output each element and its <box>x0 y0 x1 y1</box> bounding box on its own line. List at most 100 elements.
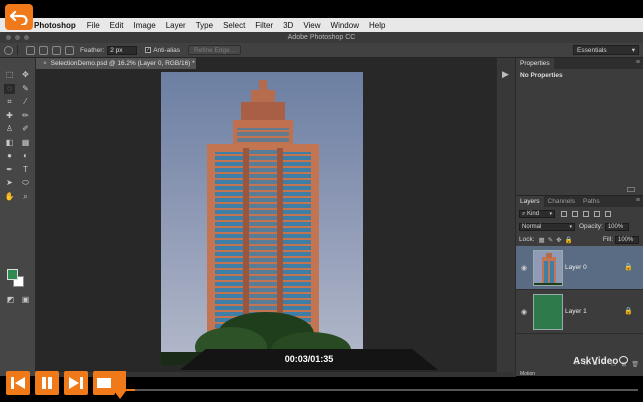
skip-forward-button[interactable] <box>64 371 88 395</box>
blend-mode-value: Normal <box>522 223 542 230</box>
lock-label: Lock: <box>519 236 535 243</box>
feather-input[interactable]: 2 px <box>107 45 138 55</box>
zoom-icon[interactable]: ⌕ <box>20 192 31 202</box>
menu-layer[interactable]: Layer <box>166 21 186 30</box>
building-photo <box>161 72 363 365</box>
marquee-icon[interactable]: ⬚ <box>4 70 15 80</box>
lock-icons[interactable]: ▦✎✥🔒 <box>539 236 576 244</box>
options-bar: Feather: 2 px ✓ Anti-alias Refine Edge..… <box>0 43 643 58</box>
quick-select-icon[interactable]: ✎ <box>20 84 31 94</box>
app-menu[interactable]: Photoshop <box>34 21 76 30</box>
window-title: Adobe Photoshop CC <box>287 34 356 41</box>
pause-icon <box>42 377 52 389</box>
layer-thumbnail <box>533 294 563 330</box>
chevron-down-icon: ▾ <box>631 47 635 54</box>
close-tab-icon[interactable]: × <box>43 60 47 67</box>
layer-row-layer-1[interactable]: ◉ Layer 1 🔒 <box>516 290 643 334</box>
add-selection-icon[interactable] <box>39 45 48 55</box>
menu-file[interactable]: File <box>87 21 100 30</box>
antialias-checkbox[interactable]: ✓ Anti-alias <box>145 47 180 54</box>
canvas[interactable] <box>36 69 496 376</box>
menu-edit[interactable]: Edit <box>110 21 124 30</box>
blur-icon[interactable]: ● <box>4 151 15 161</box>
document-area: × SelectionDemo.psd @ 16.2% (Layer 0, RGB… <box>36 58 496 376</box>
clone-stamp-icon[interactable]: ♙ <box>4 124 15 134</box>
refine-edge-button[interactable]: Refine Edge... <box>187 45 242 55</box>
history-brush-icon[interactable]: ✐ <box>20 124 31 134</box>
layer-row-layer-0[interactable]: ◉ Layer 0 🔒 <box>516 246 643 290</box>
panel-menu-icon[interactable]: ≡ <box>636 197 640 204</box>
lasso-preset-icon[interactable] <box>4 45 13 55</box>
adjustment-filter-icon[interactable] <box>572 210 578 217</box>
tab-channels[interactable]: Channels <box>544 196 579 207</box>
blend-row: Normal ▾ Opacity: 100% <box>516 220 643 233</box>
tab-paths[interactable]: Paths <box>579 196 604 207</box>
dodge-icon[interactable]: ◐ <box>20 151 31 161</box>
expand-panels-icon[interactable]: ▶ <box>502 69 509 80</box>
brush-icon[interactable]: ✏ <box>20 111 31 121</box>
fill-input[interactable]: 100% <box>615 235 639 244</box>
collapsed-panel-dock: ▶ <box>496 58 516 376</box>
progress-track[interactable] <box>118 389 638 391</box>
type-filter-icon[interactable] <box>583 210 589 217</box>
scrubber-handle[interactable] <box>112 371 128 401</box>
delete-layer-icon[interactable]: 🗑 <box>631 361 639 370</box>
lasso-icon[interactable]: ◌ <box>4 83 15 94</box>
lock-icon: 🔒 <box>624 308 633 315</box>
opacity-input[interactable]: 100% <box>604 222 629 231</box>
shape-icon[interactable]: ⬭ <box>20 178 31 188</box>
document-tab-title: SelectionDemo.psd @ 16.2% (Layer 0, RGB/… <box>50 60 195 67</box>
hand-icon[interactable]: ✋ <box>4 192 15 202</box>
window-controls[interactable] <box>6 35 29 40</box>
workspace-select[interactable]: Essentials ▾ <box>573 45 639 55</box>
visibility-eye-icon[interactable]: ◉ <box>521 264 527 272</box>
eraser-icon[interactable]: ◧ <box>4 138 15 148</box>
skip-back-button[interactable] <box>6 371 30 395</box>
lock-row: Lock: ▦✎✥🔒 Fill: 100% <box>516 233 643 246</box>
skip-back-icon <box>11 377 25 389</box>
tab-properties[interactable]: Properties <box>516 58 554 69</box>
menu-select[interactable]: Select <box>223 21 245 30</box>
intersect-selection-icon[interactable] <box>65 45 74 55</box>
brand-text: AskVideo <box>573 356 619 367</box>
panel-menu-icon[interactable]: ≡ <box>636 59 640 66</box>
menu-filter[interactable]: Filter <box>255 21 273 30</box>
layer-name: Layer 1 <box>565 308 587 315</box>
document-tab[interactable]: × SelectionDemo.psd @ 16.2% (Layer 0, RGB… <box>36 58 196 69</box>
building-image <box>161 72 363 365</box>
chevron-down-icon: ▾ <box>549 210 552 217</box>
crop-icon[interactable]: ⌗ <box>4 97 15 107</box>
menu-help[interactable]: Help <box>369 21 385 30</box>
undo-arrow-icon <box>9 10 28 25</box>
chevron-down-icon: ▾ <box>569 223 572 230</box>
blend-mode-select[interactable]: Normal ▾ <box>519 222 575 231</box>
shape-filter-icon[interactable] <box>594 210 600 217</box>
opacity-label: Opacity: <box>579 223 603 230</box>
filter-kind-select[interactable]: ⌕ Kind ▾ <box>519 209 555 218</box>
foreground-color-swatch[interactable] <box>7 269 18 280</box>
back-button[interactable] <box>5 4 33 30</box>
pause-button[interactable] <box>35 371 59 395</box>
tab-layers[interactable]: Layers <box>516 196 544 207</box>
panel-options-icon[interactable] <box>627 187 635 192</box>
menu-3d[interactable]: 3D <box>283 21 293 30</box>
path-select-icon[interactable]: ➤ <box>4 178 15 188</box>
subtract-selection-icon[interactable] <box>52 45 61 55</box>
menu-window[interactable]: Window <box>331 21 359 30</box>
visibility-eye-icon[interactable]: ◉ <box>521 308 527 316</box>
move-icon[interactable]: ✥ <box>20 70 31 80</box>
healing-icon[interactable]: ✚ <box>4 111 15 121</box>
menu-view[interactable]: View <box>303 21 320 30</box>
menu-type[interactable]: Type <box>196 21 213 30</box>
menu-image[interactable]: Image <box>133 21 155 30</box>
screen-mode-icon[interactable]: ▣ <box>20 295 31 305</box>
pen-icon[interactable]: ✒ <box>4 165 15 175</box>
smart-object-filter-icon[interactable] <box>605 210 611 217</box>
gradient-icon[interactable]: ▦ <box>20 138 31 148</box>
pixel-filter-icon[interactable] <box>561 210 567 217</box>
quick-mask-icon[interactable]: ◩ <box>5 295 16 305</box>
eyedropper-icon[interactable]: ⁄ <box>20 97 31 107</box>
type-icon[interactable]: T <box>20 165 31 175</box>
new-selection-icon[interactable] <box>26 45 35 55</box>
layer-filter-row: ⌕ Kind ▾ <box>516 207 643 220</box>
